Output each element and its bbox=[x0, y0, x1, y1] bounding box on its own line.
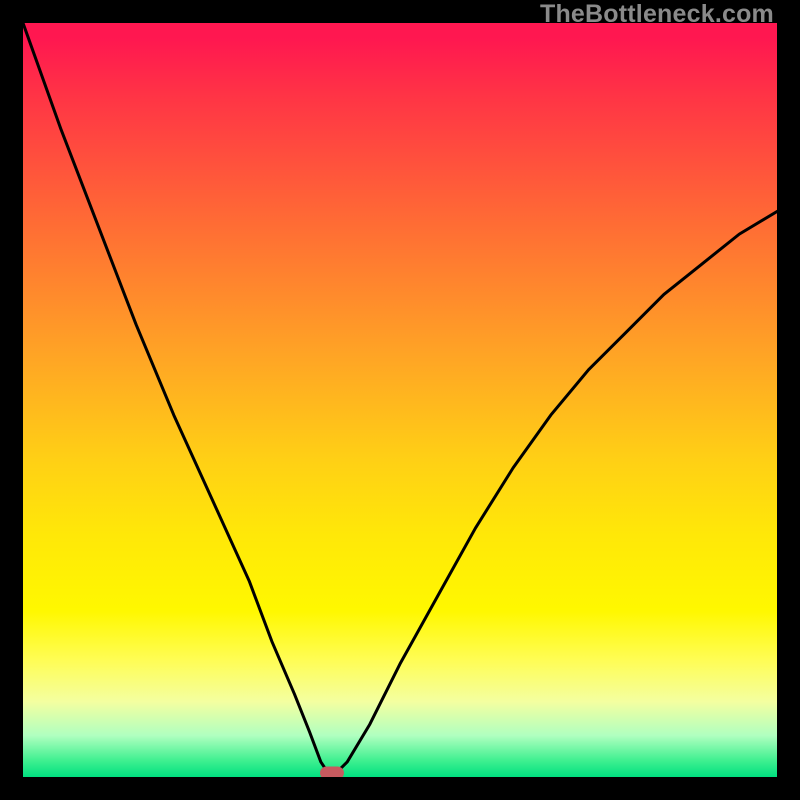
optimum-marker bbox=[320, 767, 344, 777]
plot-area bbox=[23, 23, 777, 777]
bottleneck-curve bbox=[23, 23, 777, 777]
chart-frame: TheBottleneck.com bbox=[0, 0, 800, 800]
